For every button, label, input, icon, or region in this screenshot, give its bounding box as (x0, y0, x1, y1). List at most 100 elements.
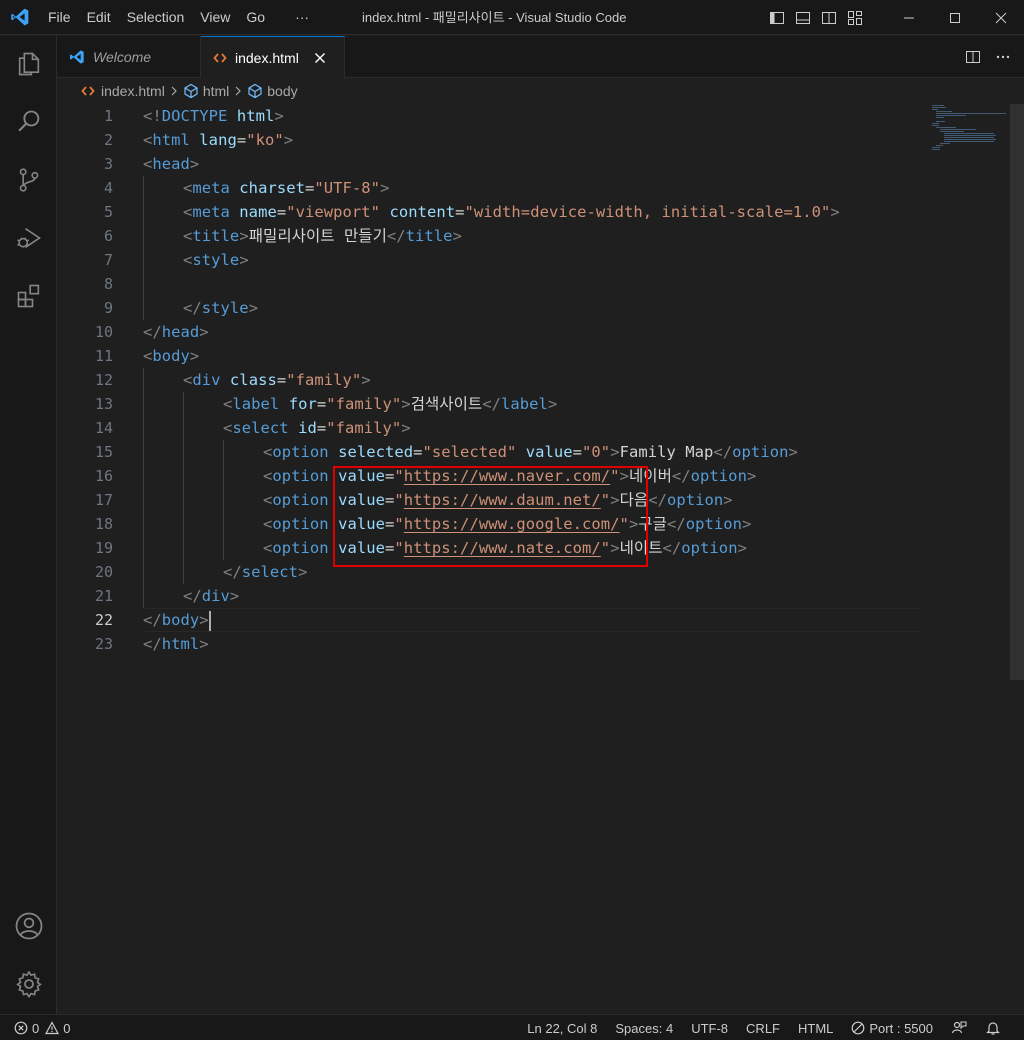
editor-actions (960, 36, 1016, 78)
indent-guide (183, 392, 184, 584)
line-number: 22 (94, 611, 113, 629)
toggle-secondary-sidebar-icon[interactable] (816, 0, 842, 35)
line-number: 4 (103, 179, 113, 197)
line-number: 13 (94, 395, 113, 413)
layout-controls (764, 0, 868, 35)
indent-guide (223, 440, 224, 560)
warning-icon (45, 1021, 60, 1035)
line-number: 17 (94, 491, 113, 509)
more-actions-icon[interactable] (990, 44, 1016, 70)
code-line-20: </select> (223, 563, 308, 581)
cursor-position[interactable]: Ln 22, Col 8 (518, 1021, 606, 1036)
line-number: 21 (94, 587, 113, 605)
extensions-icon[interactable] (0, 272, 57, 320)
problems-indicator[interactable]: 0 0 (14, 1015, 70, 1040)
code-line-1: <!DOCTYPE html> (143, 107, 284, 125)
code-line-9: </style> (183, 299, 259, 317)
feedback-icon[interactable] (942, 1020, 976, 1036)
line-number: 15 (94, 443, 113, 461)
settings-gear-icon[interactable] (0, 960, 57, 1008)
menu-edit[interactable]: Edit (79, 0, 119, 35)
menu-go[interactable]: Go (238, 0, 273, 35)
line-number: 9 (103, 299, 113, 317)
minimize-icon[interactable] (886, 0, 932, 35)
line-number: 10 (94, 323, 113, 341)
symbol-element-icon (183, 83, 199, 99)
line-number: 6 (103, 227, 113, 245)
window-controls (886, 0, 1024, 35)
close-tab-icon[interactable] (311, 49, 329, 67)
tab-index-html[interactable]: index.html (201, 36, 345, 79)
breadcrumb-html[interactable]: html (183, 83, 229, 99)
breadcrumb-body-label: body (267, 83, 298, 99)
explorer-icon[interactable] (0, 40, 57, 88)
text-cursor (208, 610, 211, 631)
title-bar: File Edit Selection View Go ··· index.ht… (0, 0, 1024, 35)
port-label: Port : 5500 (869, 1020, 933, 1036)
close-window-icon[interactable] (978, 0, 1024, 35)
notifications-bell-icon[interactable] (976, 1020, 1010, 1036)
menu-bar: File Edit Selection View Go ··· (40, 0, 317, 35)
language-mode[interactable]: HTML (789, 1021, 842, 1036)
run-debug-icon[interactable] (0, 214, 57, 262)
chevron-right-icon (170, 85, 178, 97)
maximize-icon[interactable] (932, 0, 978, 35)
status-bar-right: Ln 22, Col 8 Spaces: 4 UTF-8 CRLF HTML P… (518, 1015, 1010, 1040)
tab-bar: Welcome index.html (57, 36, 1024, 79)
line-number: 19 (94, 539, 113, 557)
code-line-3: <head> (143, 155, 200, 173)
live-server-port[interactable]: Port : 5500 (842, 1021, 942, 1036)
line-number: 5 (103, 203, 113, 221)
port-circle-slash-icon (851, 1021, 865, 1035)
tab-welcome-label: Welcome (93, 49, 152, 65)
split-editor-icon[interactable] (960, 44, 986, 70)
error-count: 0 (32, 1020, 40, 1036)
vscode-logo-icon (0, 0, 40, 35)
breadcrumb-file[interactable]: index.html (81, 83, 165, 99)
menu-more-button[interactable]: ··· (273, 0, 317, 35)
code-line-10: </head> (143, 323, 209, 341)
current-line-highlight (143, 608, 918, 632)
html-file-icon (213, 51, 227, 65)
end-of-line[interactable]: CRLF (737, 1021, 789, 1036)
symbol-element-icon (247, 83, 263, 99)
menu-selection[interactable]: Selection (119, 0, 193, 35)
search-icon[interactable] (0, 98, 57, 146)
status-bar: 0 0 Ln 22, Col 8 Spaces: 4 UTF-8 CRLF HT… (0, 1014, 1024, 1040)
source-control-icon[interactable] (0, 156, 57, 204)
scrollbar-thumb[interactable] (1010, 104, 1024, 680)
activity-bar (0, 36, 57, 1014)
code-line-22: </body> (143, 610, 211, 631)
line-number: 8 (103, 275, 113, 293)
minimap[interactable] (928, 104, 1008, 154)
code-line-2: <html lang="ko"> (143, 131, 294, 149)
customize-layout-icon[interactable] (842, 0, 868, 35)
breadcrumb-file-label: index.html (101, 83, 165, 99)
code-line-6: <title>패밀리사이트 만들기</title> (183, 227, 462, 245)
tab-welcome[interactable]: Welcome (57, 36, 201, 78)
vertical-scrollbar[interactable] (1008, 104, 1024, 1014)
html-file-icon (81, 84, 95, 98)
indentation[interactable]: Spaces: 4 (606, 1021, 682, 1036)
chevron-right-icon (234, 85, 242, 97)
menu-file[interactable]: File (40, 0, 79, 35)
breadcrumb-html-label: html (202, 83, 230, 99)
code-line-12: <div class="family"> (183, 371, 371, 389)
line-number: 23 (94, 635, 113, 653)
file-encoding[interactable]: UTF-8 (682, 1021, 737, 1036)
line-number: 1 (103, 107, 113, 125)
tab-index-html-label: index.html (235, 50, 299, 66)
menu-view[interactable]: View (192, 0, 238, 35)
line-number: 11 (94, 347, 113, 365)
toggle-primary-sidebar-icon[interactable] (764, 0, 790, 35)
line-number: 2 (103, 131, 113, 149)
indent-guide (143, 176, 144, 320)
vscode-tab-icon (69, 49, 85, 65)
line-number: 12 (94, 371, 113, 389)
code-line-11: <body> (143, 347, 200, 365)
window-title: index.html - 패밀리사이트 - Visual Studio Code (362, 10, 627, 25)
accounts-icon[interactable] (0, 902, 57, 950)
breadcrumb: index.html html body (57, 79, 1024, 103)
toggle-panel-icon[interactable] (790, 0, 816, 35)
breadcrumb-body[interactable]: body (247, 83, 298, 99)
